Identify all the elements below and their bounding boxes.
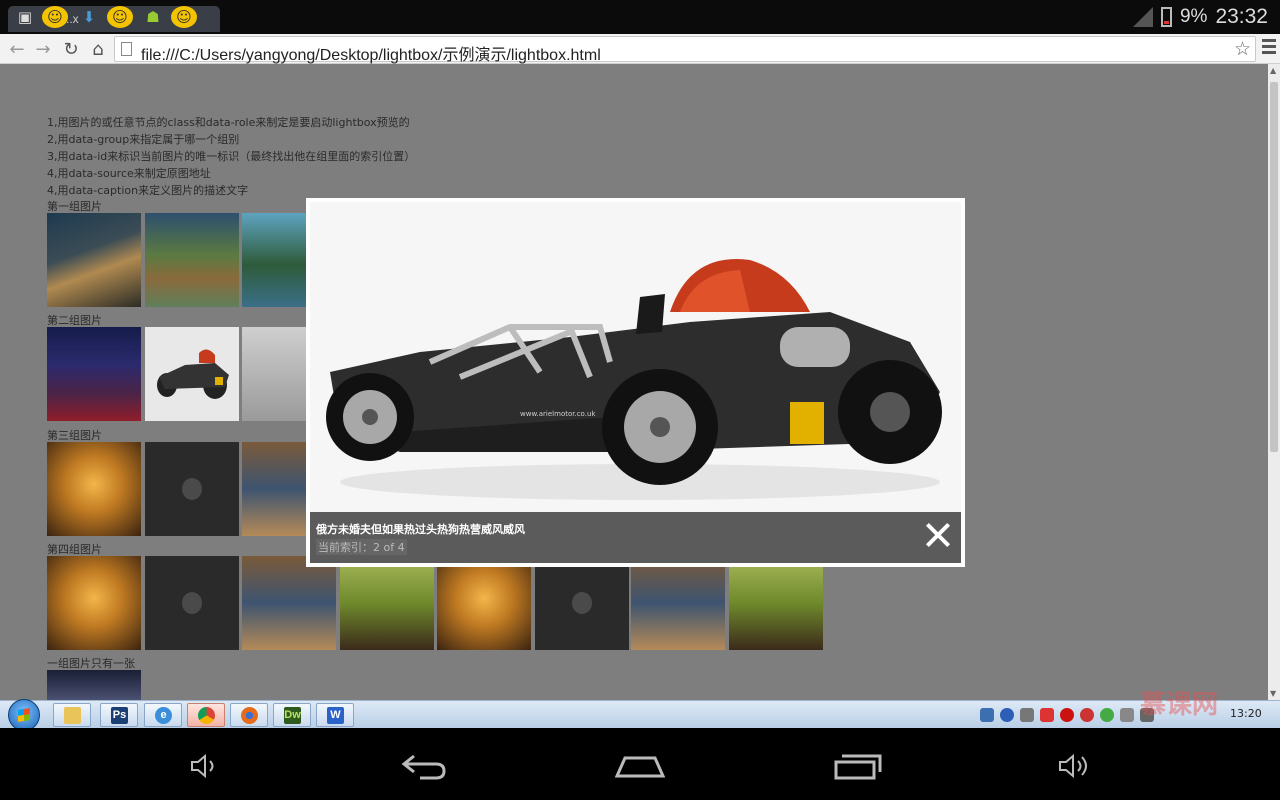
dreamweaver-icon: Dw (284, 707, 301, 724)
scroll-down-icon[interactable]: ▼ (1270, 689, 1276, 698)
app-notification-icon: ☺ (107, 6, 133, 28)
scroll-up-icon[interactable]: ▲ (1270, 66, 1276, 75)
lightbox-caption-bar: 俄方未婚夫但如果热过头热狗热营威风威风 当前索引：2 of 4 (310, 512, 961, 563)
thumbnail[interactable] (437, 556, 531, 650)
status-clock: 23:32 (1215, 5, 1268, 28)
signal-icon (1132, 7, 1153, 27)
thumbnail[interactable] (535, 556, 629, 650)
taskbar-firefox[interactable] (230, 703, 268, 727)
page-icon (121, 42, 132, 56)
volume-up-icon[interactable] (1058, 752, 1092, 780)
thumbnail[interactable] (242, 556, 336, 650)
car-thumbnail-graphic (157, 349, 229, 399)
note-line: 1,用图片的或任意节点的class和data-role来制定是要启动lightb… (47, 116, 410, 129)
network-icon[interactable] (1120, 708, 1134, 722)
usage-notes: 1,用图片的或任意节点的class和data-role来制定是要启动lightb… (47, 114, 415, 199)
app-notification-icon: ☺ (42, 6, 68, 28)
taskbar-explorer[interactable] (53, 703, 91, 727)
watermark-logo: 慕课网 (1140, 690, 1219, 720)
tray-app-icon[interactable] (1080, 708, 1094, 722)
firefox-icon (241, 707, 258, 724)
battery-icon (1160, 7, 1172, 27)
tray-app-icon[interactable] (1100, 708, 1114, 722)
lightbox-popup: www.arielmotor.co.uk 俄方未婚夫但如果热过头热狗热营威风威风… (306, 198, 965, 567)
thumbnail[interactable] (145, 442, 239, 536)
apple-logo-icon (182, 478, 202, 500)
recent-apps-icon[interactable] (832, 752, 882, 780)
home-nav-icon[interactable] (614, 752, 666, 780)
group-title: 一组图片只有一张 (47, 657, 135, 670)
wps-icon: W (327, 707, 344, 724)
chrome-icon (198, 707, 215, 724)
address-bar[interactable]: file:///C:/Users/yangyong/Desktop/lightb… (114, 36, 1256, 64)
lightbox-index: 当前索引：2 of 4 (316, 539, 407, 555)
home-icon[interactable]: ⌂ (87, 37, 109, 61)
android-nav-bar (0, 728, 1280, 800)
ie-icon: e (155, 707, 172, 724)
back-arrow-icon[interactable]: ← (6, 37, 28, 61)
taskbar-chrome[interactable] (187, 703, 225, 727)
group-title: 第二组图片 (47, 314, 102, 327)
thumbnail[interactable] (145, 327, 239, 421)
start-button[interactable] (8, 699, 40, 731)
note-line: 2,用data-group来指定属于哪一个组别 (47, 133, 240, 146)
thumbnail[interactable] (47, 327, 141, 421)
page-scrollbar[interactable]: ▲ ▼ (1268, 64, 1280, 700)
menu-icon[interactable] (1262, 39, 1276, 57)
thumbnail[interactable] (631, 556, 725, 650)
android-status-bar: light..x ▣ ☺ ⬇ ☺ ☗ ☺ 9% 23:32 (0, 0, 1280, 34)
browser-toolbar: ← → ↻ ⌂ file:///C:/Users/yangyong/Deskto… (0, 34, 1280, 64)
car-image: www.arielmotor.co.uk (310, 202, 961, 512)
back-nav-icon[interactable] (400, 752, 448, 780)
tray-app-icon[interactable] (980, 708, 994, 722)
android-download-icon: ⬇ (82, 8, 96, 26)
url-text: file:///C:/Users/yangyong/Desktop/lightb… (141, 47, 601, 64)
android-robot-icon: ☗ (146, 8, 160, 26)
scrollbar-thumb[interactable] (1270, 82, 1278, 452)
page-content: 1,用图片的或任意节点的class和data-role来制定是要启动lightb… (0, 64, 1268, 700)
thumbnail[interactable] (47, 213, 141, 307)
thumbnail[interactable] (47, 556, 141, 650)
taskbar-photoshop[interactable]: Ps (100, 703, 138, 727)
gallery-notification-icon: ▣ (17, 8, 33, 26)
group-title: 第一组图片 (47, 200, 102, 213)
photoshop-icon: Ps (111, 707, 128, 724)
note-line: 4,用data-source来制定原图地址 (47, 167, 211, 180)
taskbar-wps[interactable]: W (316, 703, 354, 727)
battery-percent: 9% (1179, 6, 1208, 27)
note-line: 3,用data-id来标识当前图片的唯一标识（最终找出他在组里面的索引位置） (47, 150, 416, 163)
apple-logo-icon (572, 592, 592, 614)
windows-taskbar: Ps e Dw W 13:20 (0, 699, 1280, 731)
lightbox-image[interactable]: www.arielmotor.co.uk (310, 202, 961, 512)
tray-flag-icon[interactable] (1040, 708, 1054, 722)
thumbnail[interactable] (47, 442, 141, 536)
thumbnail[interactable] (340, 556, 434, 650)
car-livery-text: www.arielmotor.co.uk (520, 410, 596, 418)
volume-down-icon[interactable] (190, 752, 220, 780)
thumbnail[interactable] (145, 556, 239, 650)
reload-icon[interactable]: ↻ (60, 37, 82, 61)
tray-record-icon[interactable] (1060, 708, 1074, 722)
help-icon[interactable] (1000, 708, 1014, 722)
lightbox-caption: 俄方未婚夫但如果热过头热狗热营威风威风 (316, 523, 525, 536)
folder-icon (64, 707, 81, 724)
thumbnail[interactable] (729, 556, 823, 650)
taskbar-ie[interactable]: e (144, 703, 182, 727)
thumbnail[interactable] (47, 670, 141, 700)
group-title: 第四组图片 (47, 543, 102, 556)
star-icon[interactable]: ☆ (1234, 38, 1251, 60)
system-tray (980, 705, 1154, 725)
taskbar-clock[interactable]: 13:20 (1230, 707, 1262, 720)
group-title: 第三组图片 (47, 429, 102, 442)
tray-chevron-icon[interactable] (1020, 708, 1034, 722)
forward-arrow-icon[interactable]: → (32, 37, 54, 61)
taskbar-dreamweaver[interactable]: Dw (273, 703, 311, 727)
note-line: 4,用data-caption来定义图片的描述文字 (47, 184, 249, 197)
app-notification-icon: ☺ (171, 6, 197, 28)
close-icon[interactable] (925, 522, 951, 548)
thumbnail[interactable] (145, 213, 239, 307)
apple-logo-icon (182, 592, 202, 614)
